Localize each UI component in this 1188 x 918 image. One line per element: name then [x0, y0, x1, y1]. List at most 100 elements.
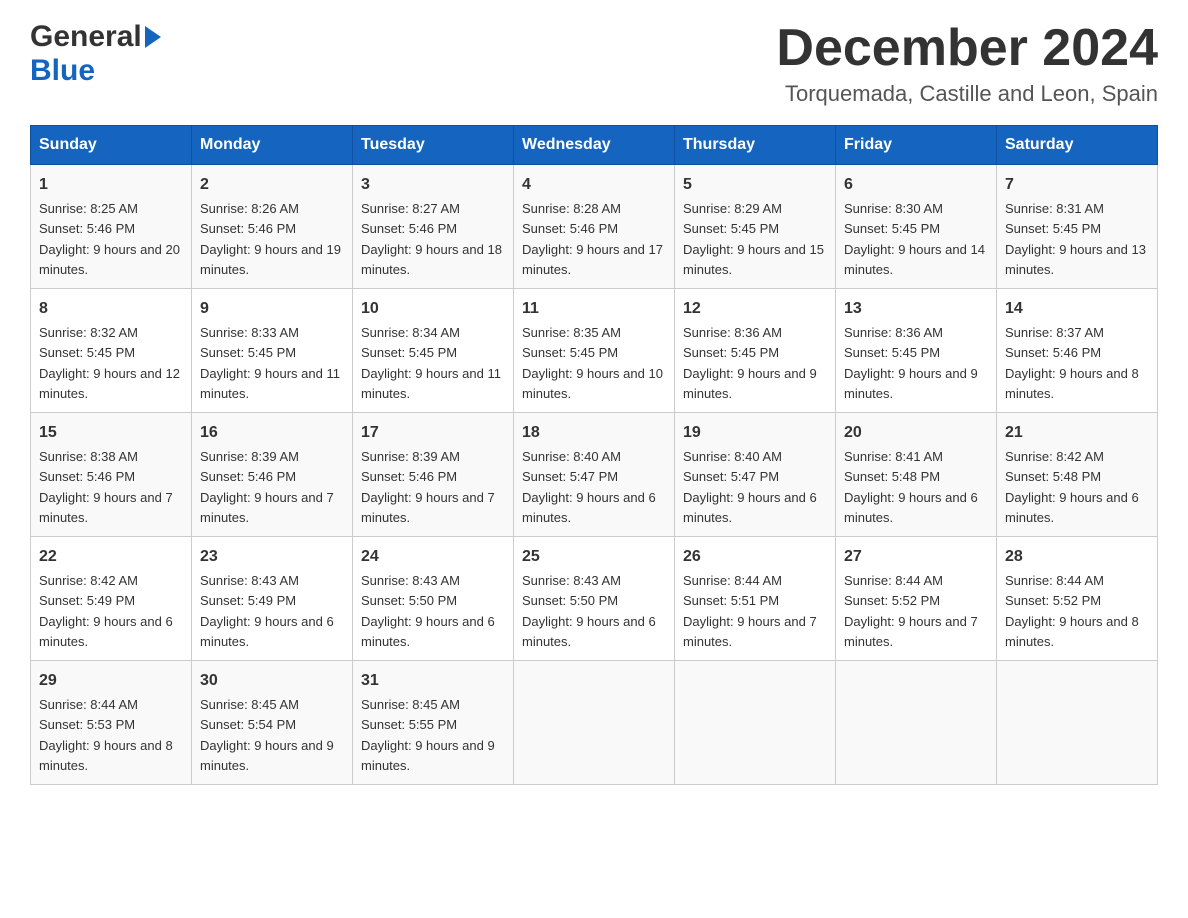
- day-number: 10: [361, 297, 505, 321]
- day-info: Sunrise: 8:40 AMSunset: 5:47 PMDaylight:…: [683, 449, 817, 525]
- day-number: 27: [844, 545, 988, 569]
- day-number: 15: [39, 421, 183, 445]
- page-header: General Blue December 2024 Torquemada, C…: [30, 20, 1158, 107]
- day-info: Sunrise: 8:25 AMSunset: 5:46 PMDaylight:…: [39, 201, 180, 277]
- day-info: Sunrise: 8:43 AMSunset: 5:50 PMDaylight:…: [522, 573, 656, 649]
- day-number: 31: [361, 669, 505, 693]
- header-cell-thursday: Thursday: [675, 126, 836, 165]
- day-info: Sunrise: 8:32 AMSunset: 5:45 PMDaylight:…: [39, 325, 180, 401]
- day-number: 21: [1005, 421, 1149, 445]
- day-cell: 27 Sunrise: 8:44 AMSunset: 5:52 PMDaylig…: [836, 537, 997, 661]
- day-cell: 21 Sunrise: 8:42 AMSunset: 5:48 PMDaylig…: [997, 413, 1158, 537]
- logo: General Blue: [30, 20, 161, 88]
- day-info: Sunrise: 8:29 AMSunset: 5:45 PMDaylight:…: [683, 201, 824, 277]
- day-number: 12: [683, 297, 827, 321]
- day-number: 5: [683, 173, 827, 197]
- header-cell-friday: Friday: [836, 126, 997, 165]
- day-number: 29: [39, 669, 183, 693]
- day-number: 8: [39, 297, 183, 321]
- day-info: Sunrise: 8:40 AMSunset: 5:47 PMDaylight:…: [522, 449, 656, 525]
- day-number: 25: [522, 545, 666, 569]
- day-info: Sunrise: 8:28 AMSunset: 5:46 PMDaylight:…: [522, 201, 663, 277]
- day-info: Sunrise: 8:44 AMSunset: 5:51 PMDaylight:…: [683, 573, 817, 649]
- day-cell: 17 Sunrise: 8:39 AMSunset: 5:46 PMDaylig…: [353, 413, 514, 537]
- day-cell: [514, 661, 675, 785]
- day-number: 14: [1005, 297, 1149, 321]
- day-info: Sunrise: 8:43 AMSunset: 5:50 PMDaylight:…: [361, 573, 495, 649]
- day-cell: 12 Sunrise: 8:36 AMSunset: 5:45 PMDaylig…: [675, 289, 836, 413]
- day-number: 30: [200, 669, 344, 693]
- day-cell: 4 Sunrise: 8:28 AMSunset: 5:46 PMDayligh…: [514, 165, 675, 289]
- day-cell: 29 Sunrise: 8:44 AMSunset: 5:53 PMDaylig…: [31, 661, 192, 785]
- day-cell: 19 Sunrise: 8:40 AMSunset: 5:47 PMDaylig…: [675, 413, 836, 537]
- day-info: Sunrise: 8:31 AMSunset: 5:45 PMDaylight:…: [1005, 201, 1146, 277]
- day-number: 23: [200, 545, 344, 569]
- day-cell: 18 Sunrise: 8:40 AMSunset: 5:47 PMDaylig…: [514, 413, 675, 537]
- calendar-header: SundayMondayTuesdayWednesdayThursdayFrid…: [31, 126, 1158, 165]
- day-number: 4: [522, 173, 666, 197]
- day-cell: 20 Sunrise: 8:41 AMSunset: 5:48 PMDaylig…: [836, 413, 997, 537]
- day-cell: 6 Sunrise: 8:30 AMSunset: 5:45 PMDayligh…: [836, 165, 997, 289]
- day-number: 17: [361, 421, 505, 445]
- day-cell: [675, 661, 836, 785]
- day-number: 20: [844, 421, 988, 445]
- logo-general-text: General: [30, 20, 142, 54]
- day-cell: 14 Sunrise: 8:37 AMSunset: 5:46 PMDaylig…: [997, 289, 1158, 413]
- day-info: Sunrise: 8:43 AMSunset: 5:49 PMDaylight:…: [200, 573, 334, 649]
- day-cell: 1 Sunrise: 8:25 AMSunset: 5:46 PMDayligh…: [31, 165, 192, 289]
- day-number: 24: [361, 545, 505, 569]
- header-row: SundayMondayTuesdayWednesdayThursdayFrid…: [31, 126, 1158, 165]
- day-number: 9: [200, 297, 344, 321]
- day-info: Sunrise: 8:27 AMSunset: 5:46 PMDaylight:…: [361, 201, 502, 277]
- calendar-table: SundayMondayTuesdayWednesdayThursdayFrid…: [30, 125, 1158, 785]
- day-number: 28: [1005, 545, 1149, 569]
- day-info: Sunrise: 8:35 AMSunset: 5:45 PMDaylight:…: [522, 325, 663, 401]
- day-number: 11: [522, 297, 666, 321]
- day-cell: 26 Sunrise: 8:44 AMSunset: 5:51 PMDaylig…: [675, 537, 836, 661]
- logo-triangle-icon: [145, 26, 161, 48]
- day-number: 6: [844, 173, 988, 197]
- day-number: 2: [200, 173, 344, 197]
- day-info: Sunrise: 8:42 AMSunset: 5:48 PMDaylight:…: [1005, 449, 1139, 525]
- day-cell: 2 Sunrise: 8:26 AMSunset: 5:46 PMDayligh…: [192, 165, 353, 289]
- day-cell: 16 Sunrise: 8:39 AMSunset: 5:46 PMDaylig…: [192, 413, 353, 537]
- week-row-3: 15 Sunrise: 8:38 AMSunset: 5:46 PMDaylig…: [31, 413, 1158, 537]
- day-cell: 30 Sunrise: 8:45 AMSunset: 5:54 PMDaylig…: [192, 661, 353, 785]
- calendar-body: 1 Sunrise: 8:25 AMSunset: 5:46 PMDayligh…: [31, 165, 1158, 785]
- day-cell: 5 Sunrise: 8:29 AMSunset: 5:45 PMDayligh…: [675, 165, 836, 289]
- week-row-2: 8 Sunrise: 8:32 AMSunset: 5:45 PMDayligh…: [31, 289, 1158, 413]
- day-number: 26: [683, 545, 827, 569]
- day-cell: 10 Sunrise: 8:34 AMSunset: 5:45 PMDaylig…: [353, 289, 514, 413]
- day-cell: 25 Sunrise: 8:43 AMSunset: 5:50 PMDaylig…: [514, 537, 675, 661]
- header-cell-tuesday: Tuesday: [353, 126, 514, 165]
- day-info: Sunrise: 8:44 AMSunset: 5:52 PMDaylight:…: [1005, 573, 1139, 649]
- header-cell-sunday: Sunday: [31, 126, 192, 165]
- day-cell: 3 Sunrise: 8:27 AMSunset: 5:46 PMDayligh…: [353, 165, 514, 289]
- day-number: 13: [844, 297, 988, 321]
- day-info: Sunrise: 8:38 AMSunset: 5:46 PMDaylight:…: [39, 449, 173, 525]
- day-info: Sunrise: 8:45 AMSunset: 5:54 PMDaylight:…: [200, 697, 334, 773]
- day-info: Sunrise: 8:39 AMSunset: 5:46 PMDaylight:…: [361, 449, 495, 525]
- week-row-4: 22 Sunrise: 8:42 AMSunset: 5:49 PMDaylig…: [31, 537, 1158, 661]
- day-info: Sunrise: 8:36 AMSunset: 5:45 PMDaylight:…: [683, 325, 817, 401]
- header-cell-monday: Monday: [192, 126, 353, 165]
- location-subtitle: Torquemada, Castille and Leon, Spain: [776, 81, 1158, 107]
- day-cell: 8 Sunrise: 8:32 AMSunset: 5:45 PMDayligh…: [31, 289, 192, 413]
- day-cell: 15 Sunrise: 8:38 AMSunset: 5:46 PMDaylig…: [31, 413, 192, 537]
- week-row-1: 1 Sunrise: 8:25 AMSunset: 5:46 PMDayligh…: [31, 165, 1158, 289]
- day-info: Sunrise: 8:26 AMSunset: 5:46 PMDaylight:…: [200, 201, 341, 277]
- day-info: Sunrise: 8:42 AMSunset: 5:49 PMDaylight:…: [39, 573, 173, 649]
- day-number: 22: [39, 545, 183, 569]
- day-number: 3: [361, 173, 505, 197]
- day-info: Sunrise: 8:36 AMSunset: 5:45 PMDaylight:…: [844, 325, 978, 401]
- day-info: Sunrise: 8:39 AMSunset: 5:46 PMDaylight:…: [200, 449, 334, 525]
- day-cell: 23 Sunrise: 8:43 AMSunset: 5:49 PMDaylig…: [192, 537, 353, 661]
- day-cell: 13 Sunrise: 8:36 AMSunset: 5:45 PMDaylig…: [836, 289, 997, 413]
- day-info: Sunrise: 8:33 AMSunset: 5:45 PMDaylight:…: [200, 325, 340, 401]
- day-cell: 22 Sunrise: 8:42 AMSunset: 5:49 PMDaylig…: [31, 537, 192, 661]
- day-cell: 11 Sunrise: 8:35 AMSunset: 5:45 PMDaylig…: [514, 289, 675, 413]
- day-info: Sunrise: 8:44 AMSunset: 5:53 PMDaylight:…: [39, 697, 173, 773]
- header-cell-wednesday: Wednesday: [514, 126, 675, 165]
- logo-blue-text: Blue: [30, 54, 95, 88]
- day-info: Sunrise: 8:41 AMSunset: 5:48 PMDaylight:…: [844, 449, 978, 525]
